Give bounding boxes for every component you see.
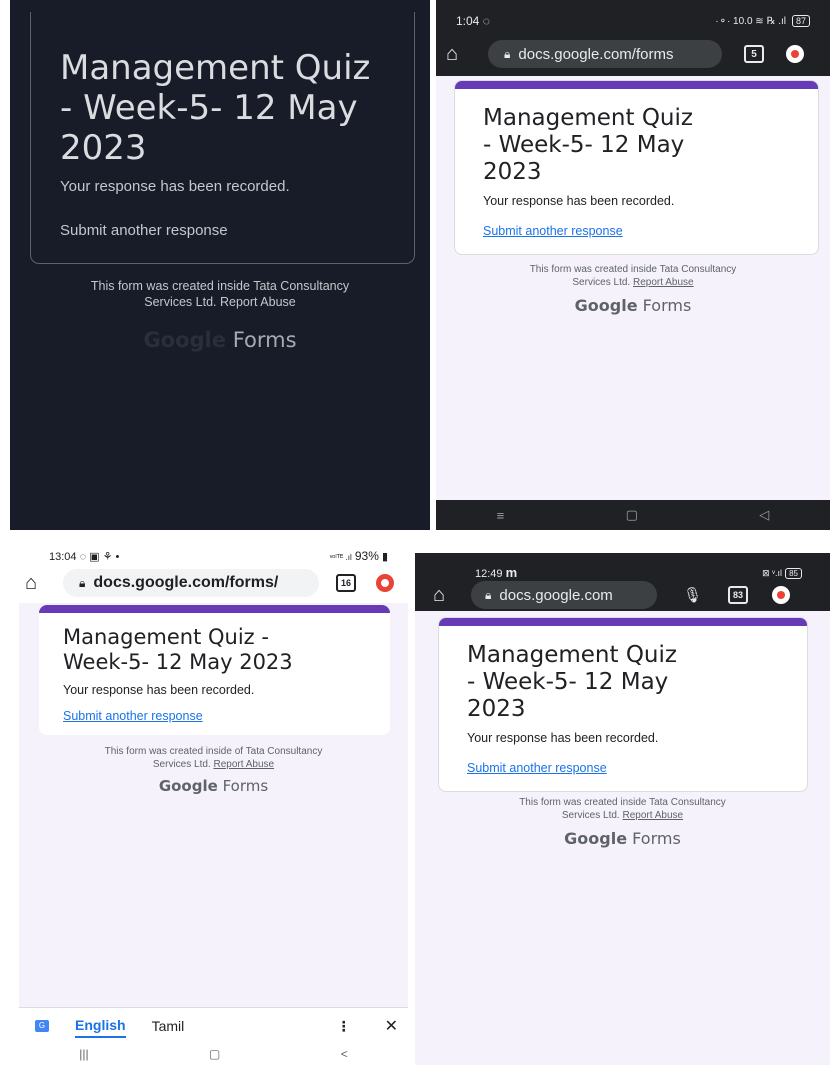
form-title: Management Quiz - Week-5- 12 May 2023: [60, 48, 371, 168]
home-nav-icon[interactable]: ▢: [626, 507, 638, 523]
battery-text: 93%: [354, 549, 379, 563]
card-accent-bar: [439, 618, 807, 626]
submit-another-link[interactable]: Submit another response: [483, 224, 623, 238]
menu-icon[interactable]: ≡: [497, 508, 505, 523]
address-field[interactable]: 🔒︎ docs.google.com/forms: [488, 40, 722, 68]
form-card: Management Quiz - Week-5- 12 May 2023 Yo…: [39, 605, 390, 735]
url-text: docs.google.com/forms/: [93, 574, 279, 591]
report-abuse-link[interactable]: Report Abuse: [633, 277, 694, 288]
status-icons: ·⚬· 10.0 ≋ ℞ .ıl: [715, 15, 786, 27]
translate-bar: G English Tamil ⋮ ✕: [19, 1007, 408, 1044]
report-abuse-link[interactable]: Report Abuse: [622, 810, 683, 821]
record-icon[interactable]: [786, 45, 804, 63]
home-icon[interactable]: ⌂: [433, 584, 457, 607]
url-text: docs.google.com/forms: [518, 45, 674, 63]
translate-lang-english[interactable]: English: [75, 1014, 126, 1038]
recents-icon[interactable]: |||: [79, 1047, 88, 1061]
screenshot-dark: Management Quiz - Week-5- 12 May 2023 Yo…: [10, 0, 430, 530]
screenshot-panel-4: 12:49 m ⊠ ᵛ.ıl 85 ⌂ 🔒︎ docs.google.com 🎙…: [415, 553, 830, 1065]
submit-another-link[interactable]: Submit another response: [63, 709, 203, 723]
translate-lang-tamil[interactable]: Tamil: [152, 1018, 185, 1034]
google-forms-logo: Google Forms: [143, 328, 297, 352]
record-icon[interactable]: [376, 574, 394, 592]
screenshot-panel-2: 1:04 ◌ ·⚬· 10.0 ≋ ℞ .ıl 87 ⌂ 🔒︎ docs.goo…: [436, 0, 830, 530]
url-bar: ⌂ 🔒︎ docs.google.com 🎙︎ 83: [415, 581, 830, 609]
url-bar: ⌂ 🔒︎ docs.google.com/forms 5: [436, 40, 830, 68]
battery-icon: ▮: [381, 551, 388, 563]
more-options-icon[interactable]: ⋮: [337, 1018, 351, 1035]
back-icon[interactable]: ◁: [759, 507, 769, 523]
form-card: Management Quiz - Week-5- 12 May 2023 Yo…: [438, 617, 808, 792]
google-forms-logo: Google Forms: [158, 777, 269, 795]
footer-text: This form was created inside Tata Consul…: [519, 797, 726, 821]
status-icons: ᵛᵒˡᵀᴱ .ıl: [329, 553, 352, 562]
url-bar: ⌂ 🔒︎ docs.google.com/forms/ 16: [19, 569, 408, 597]
url-text: docs.google.com: [499, 586, 613, 604]
back-icon[interactable]: <: [341, 1047, 348, 1061]
status-bar: 13:04 ◌ ▣ ⚘ • ᵛᵒˡᵀᴱ .ıl 93% ▮: [19, 549, 408, 563]
whatsapp-icon: ◌: [482, 14, 490, 28]
status-icons: ⊠ ᵛ.ıl: [762, 567, 783, 578]
tab-switcher-button[interactable]: 5: [744, 45, 764, 63]
battery-icon: 87: [791, 15, 810, 27]
nav-bar: ||| ▢ <: [19, 1043, 408, 1065]
lock-icon: 🔒︎: [485, 587, 492, 602]
submit-another-link[interactable]: Submit another response: [60, 222, 228, 239]
battery-icon: 85: [785, 567, 802, 579]
response-recorded-text: Your response has been recorded.: [60, 178, 290, 195]
clock: 13:04: [49, 550, 77, 563]
home-icon[interactable]: ⌂: [446, 43, 474, 66]
footer-text: This form was created inside Tata Consul…: [90, 279, 350, 309]
report-abuse-link[interactable]: Report Abuse: [213, 759, 274, 770]
clock: 1:04: [456, 14, 480, 28]
screenshot-panel-3: 13:04 ◌ ▣ ⚘ • ᵛᵒˡᵀᴱ .ıl 93% ▮ ⌂ 🔒︎ docs.…: [19, 537, 408, 1065]
clock: 12:49: [475, 568, 503, 580]
app-notification-letter: m: [505, 565, 518, 580]
address-field[interactable]: 🔒︎ docs.google.com: [471, 581, 657, 609]
notification-icons: ◌ ▣ ⚘ •: [79, 550, 120, 563]
footer-text: This form was created inside Tata Consul…: [529, 264, 737, 288]
lock-icon: 🔒︎: [504, 46, 511, 61]
address-field[interactable]: 🔒︎ docs.google.com/forms/: [63, 569, 319, 597]
form-title: Management Quiz - Week-5- 12 May 2023: [483, 105, 693, 185]
google-forms-logo: Google Forms: [574, 296, 692, 315]
form-title: Management Quiz - Week-5- 12 May 2023: [63, 625, 293, 674]
home-nav-icon[interactable]: ▢: [209, 1047, 220, 1061]
report-abuse-link[interactable]: Report Abuse: [220, 295, 296, 309]
microphone-icon[interactable]: 🎙︎: [683, 586, 702, 604]
footer-text: This form was created inside of Tata Con…: [104, 746, 323, 770]
response-recorded-text: Your response has been recorded.: [63, 683, 255, 697]
form-card: Management Quiz - Week-5- 12 May 2023 Yo…: [454, 80, 819, 255]
nav-bar: ≡ ▢ ◁: [436, 500, 830, 530]
card-accent-bar: [455, 81, 818, 89]
card-accent-bar: [39, 605, 390, 613]
tab-switcher-button[interactable]: 83: [728, 586, 749, 604]
status-bar: 12:49 m ⊠ ᵛ.ıl 85: [415, 565, 830, 580]
close-icon[interactable]: ✕: [385, 1016, 398, 1036]
submit-another-link[interactable]: Submit another response: [467, 761, 607, 775]
record-icon[interactable]: [772, 586, 791, 604]
response-recorded-text: Your response has been recorded.: [483, 194, 675, 208]
lock-icon: 🔒︎: [79, 575, 86, 590]
status-bar: 1:04 ◌ ·⚬· 10.0 ≋ ℞ .ıl 87: [436, 14, 830, 28]
form-title: Management Quiz - Week-5- 12 May 2023: [467, 642, 677, 722]
home-icon[interactable]: ⌂: [25, 572, 49, 595]
tab-switcher-button[interactable]: 16: [336, 574, 356, 592]
google-forms-logo: Google Forms: [564, 829, 681, 848]
response-recorded-text: Your response has been recorded.: [467, 731, 659, 745]
google-translate-icon: G: [35, 1020, 49, 1032]
